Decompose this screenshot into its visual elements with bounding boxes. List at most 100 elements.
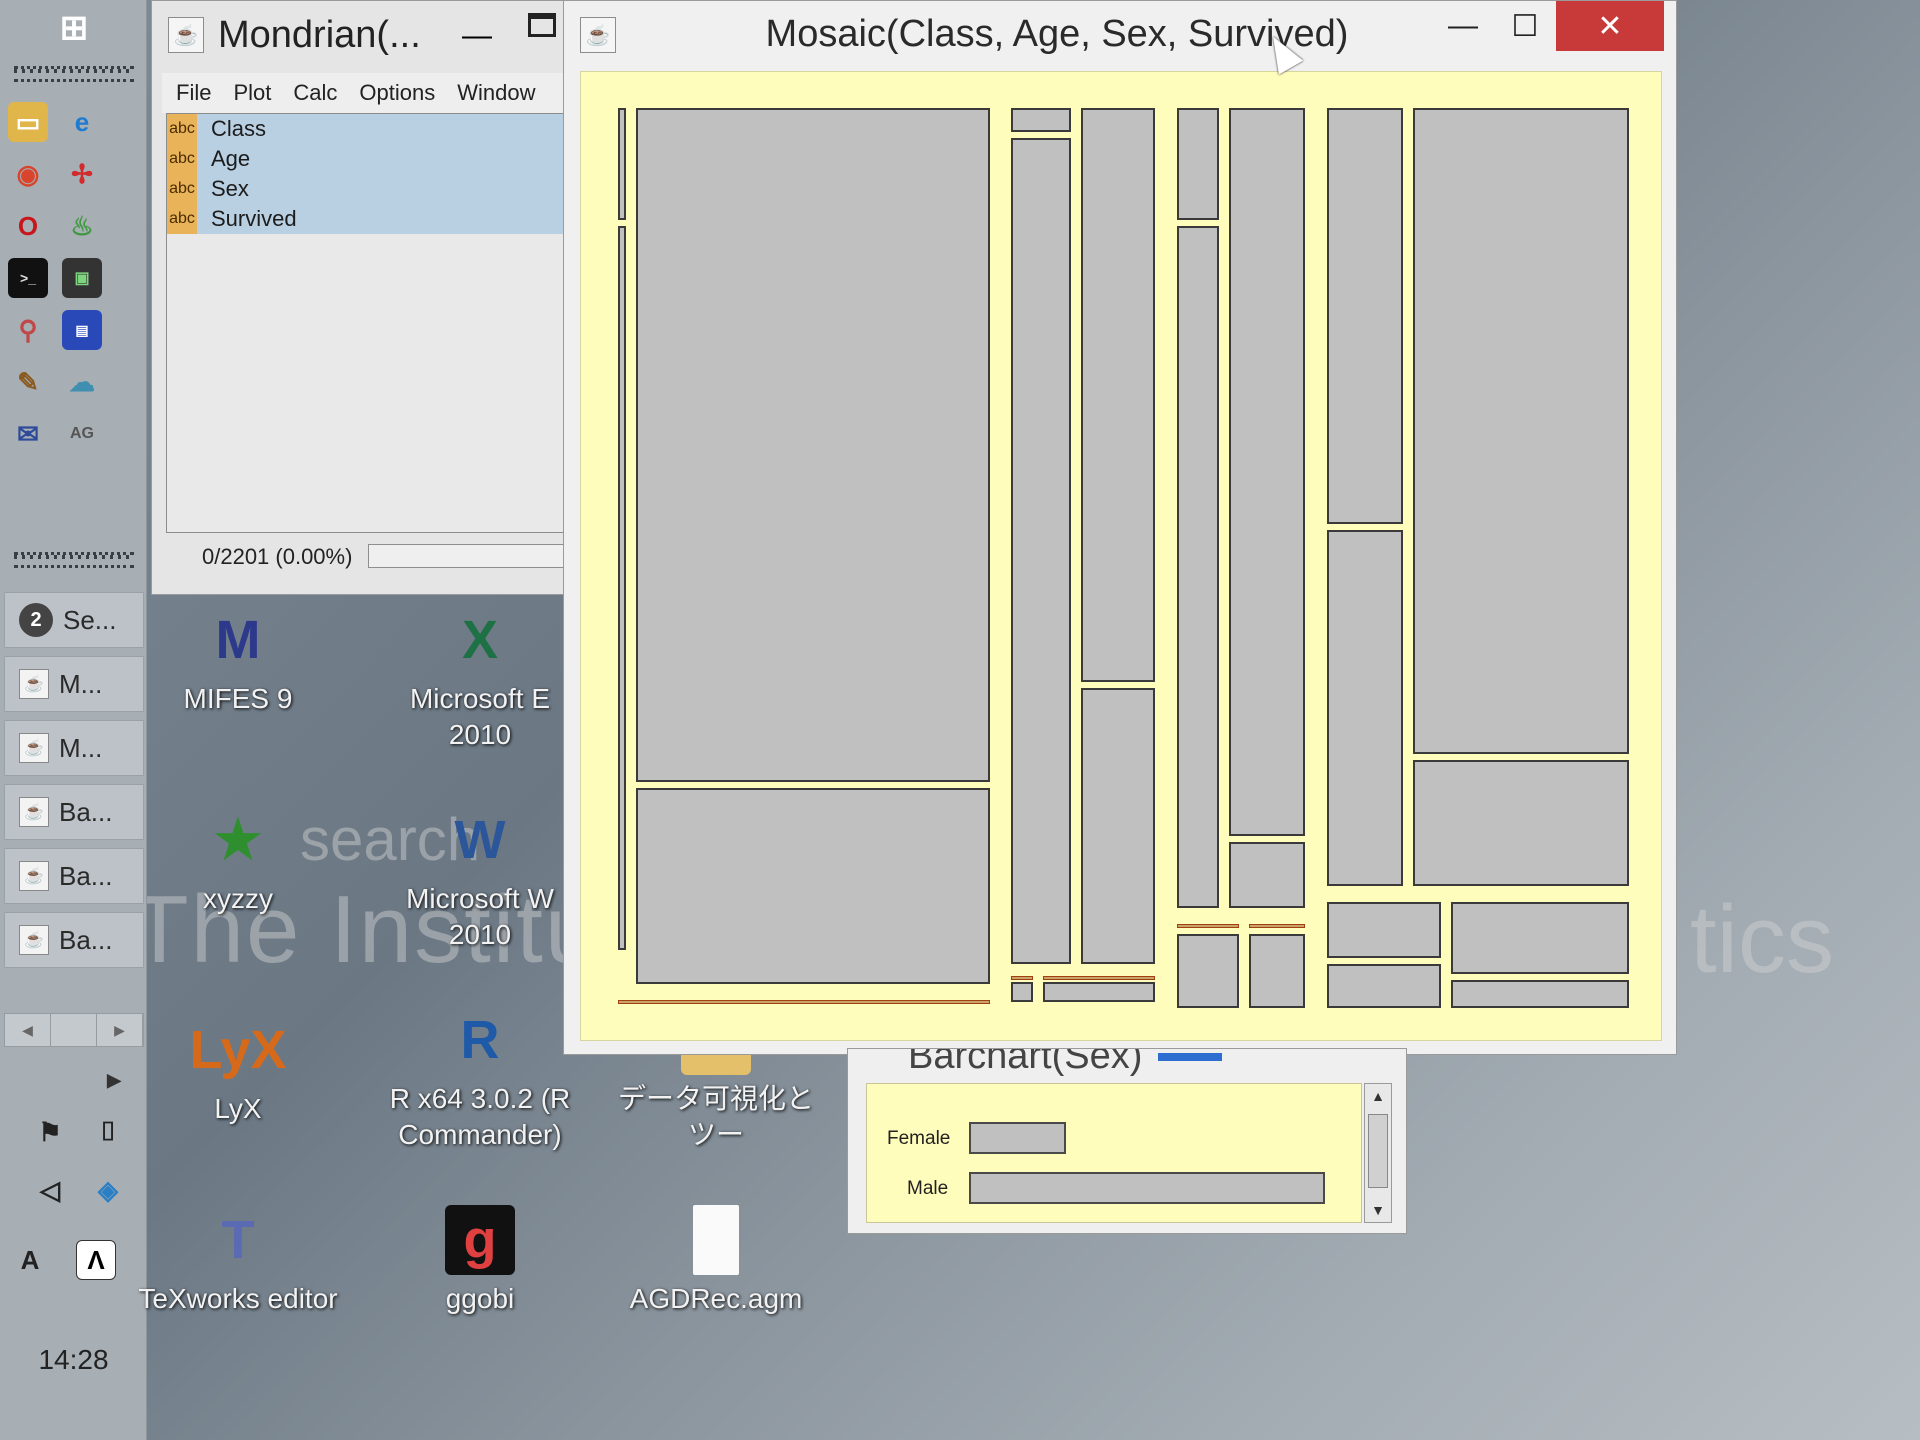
thunderbird-icon[interactable]: ✉ <box>8 414 48 454</box>
mosaic-tile[interactable] <box>1081 688 1155 964</box>
flame-icon[interactable]: ♨ <box>62 206 102 246</box>
taskbar-item-barchart-3[interactable]: ☕ Ba... <box>4 912 144 968</box>
minimize-icon[interactable]: — <box>462 19 492 53</box>
network-status-icon[interactable]: ◈ <box>88 1170 128 1210</box>
menu-window[interactable]: Window <box>457 80 535 106</box>
variable-row-survived[interactable]: abc Survived <box>167 204 575 234</box>
mosaic-tile[interactable] <box>1229 108 1305 836</box>
mondrian-titlebar[interactable]: ☕ Mondrian(... <box>152 1 570 69</box>
menu-calc[interactable]: Calc <box>293 80 337 106</box>
chrome-icon[interactable]: ◉ <box>8 154 48 194</box>
window-app-icon[interactable]: ▤ <box>62 310 102 350</box>
launcher-grip-top[interactable] <box>14 66 134 82</box>
scroll-left-icon[interactable]: ◀ <box>5 1014 51 1046</box>
minimize-icon[interactable]: — <box>1432 1 1494 51</box>
ime-icon[interactable]: A <box>10 1240 50 1280</box>
taskbar-scroller[interactable]: ◀ ▶ <box>4 1013 144 1047</box>
usb-icon[interactable]: ⌷ <box>88 1112 128 1152</box>
mosaic-sliver[interactable] <box>1177 924 1239 928</box>
mosaic-tile[interactable] <box>1451 980 1629 1008</box>
mosaic-tile[interactable] <box>618 226 626 950</box>
close-icon[interactable]: ✕ <box>1556 1 1664 51</box>
barchart-titlebar[interactable]: Barchart(Sex) <box>848 1049 1406 1079</box>
excel-icon: X <box>461 610 499 670</box>
mosaic-tile[interactable] <box>1413 108 1629 754</box>
mosaic-plot-area[interactable] <box>580 71 1662 1041</box>
mosaic-tile[interactable] <box>1249 934 1305 1008</box>
explorer-icon[interactable]: ▭ <box>8 102 48 142</box>
maximize-icon[interactable]: ☐ <box>1494 1 1556 51</box>
taskbar-item-barchart-2[interactable]: ☕ Ba... <box>4 848 144 904</box>
barchart-plot-area[interactable]: Female Male <box>866 1083 1362 1223</box>
opera-icon[interactable]: O <box>8 206 48 246</box>
input-method-icon[interactable]: Λ <box>76 1240 116 1280</box>
console-icon[interactable]: ▣ <box>62 258 102 298</box>
ie-icon[interactable]: e <box>62 102 102 142</box>
mosaic-tile[interactable] <box>1229 842 1305 908</box>
ggobi-shortcut[interactable]: g ggobi <box>380 1205 580 1317</box>
mosaic-sliver[interactable] <box>618 1000 990 1004</box>
scroll-right-icon[interactable]: ▶ <box>97 1014 143 1046</box>
mosaic-tile[interactable] <box>1327 530 1403 886</box>
windows-start-icon[interactable]: ⊞ <box>54 8 94 48</box>
expand-arrow-icon[interactable]: ▶ <box>94 1060 134 1100</box>
dragonfly-icon[interactable]: ✢ <box>62 154 102 194</box>
mosaic-tile[interactable] <box>636 108 990 782</box>
variable-row-age[interactable]: abc Age <box>167 144 575 174</box>
mosaic-sliver[interactable] <box>1011 976 1033 980</box>
mosaic-tile[interactable] <box>1043 982 1155 1002</box>
barchart-scrollbar[interactable]: ▲ ▼ <box>1364 1083 1392 1223</box>
scroll-up-icon[interactable]: ▲ <box>1365 1088 1391 1104</box>
mosaic-tile[interactable] <box>618 108 626 220</box>
mosaic-tile[interactable] <box>1081 108 1155 682</box>
speaker-icon[interactable]: ◁ <box>30 1170 70 1210</box>
launcher-grip-bottom[interactable] <box>14 552 134 568</box>
menu-options[interactable]: Options <box>359 80 435 106</box>
texworks-shortcut[interactable]: T TeXworks editor <box>138 1205 338 1317</box>
menu-file[interactable]: File <box>176 80 211 106</box>
mosaic-tile[interactable] <box>1413 760 1629 886</box>
bar-female[interactable] <box>969 1122 1066 1154</box>
mosaic-tile[interactable] <box>1177 226 1219 908</box>
flag-icon[interactable]: ⚑ <box>30 1112 70 1152</box>
mosaic-tile[interactable] <box>1327 964 1441 1008</box>
variable-row-sex[interactable]: abc Sex <box>167 174 575 204</box>
scroll-thumb[interactable] <box>1368 1114 1388 1188</box>
scroll-middle[interactable] <box>51 1014 97 1046</box>
taskbar-item-search[interactable]: 2 Se... <box>4 592 144 648</box>
tool-icon[interactable]: ⚲ <box>8 310 48 350</box>
taskbar-item-mondrian[interactable]: ☕ M... <box>4 656 144 712</box>
mosaic-sliver[interactable] <box>1249 924 1305 928</box>
mosaic-tile[interactable] <box>1011 982 1033 1002</box>
agdrec-file-shortcut[interactable]: AGDRec.agm <box>616 1205 816 1317</box>
xyzzy-shortcut[interactable]: ★ xyzzy <box>138 805 338 917</box>
mosaic-tile[interactable] <box>1327 902 1441 958</box>
shortcut-label: xyzzy <box>203 883 273 914</box>
mosaic-tile[interactable] <box>1177 934 1239 1008</box>
taskbar-item-mosaic[interactable]: ☕ M... <box>4 720 144 776</box>
bar-male[interactable] <box>969 1172 1325 1204</box>
maximize-icon[interactable] <box>528 13 556 37</box>
variable-row-class[interactable]: abc Class <box>167 114 575 144</box>
lyx-shortcut[interactable]: LyX LyX <box>138 1015 338 1127</box>
mifes-shortcut[interactable]: M MIFES 9 <box>138 605 338 717</box>
mosaic-sliver[interactable] <box>1043 976 1155 980</box>
menu-plot[interactable]: Plot <box>233 80 271 106</box>
scroll-down-icon[interactable]: ▼ <box>1365 1202 1391 1218</box>
mosaic-tile[interactable] <box>1177 108 1219 220</box>
mosaic-tile[interactable] <box>1327 108 1403 524</box>
excel-shortcut[interactable]: X Microsoft E 2010 <box>380 605 580 753</box>
pencil-icon[interactable]: ✎ <box>8 362 48 402</box>
variable-list[interactable]: abc Class abc Age abc Sex abc Survived <box>166 113 576 533</box>
taskbar-item-barchart-1[interactable]: ☕ Ba... <box>4 784 144 840</box>
mosaic-tile[interactable] <box>636 788 990 984</box>
mosaic-tile[interactable] <box>1451 902 1629 974</box>
network-icon[interactable]: ☁ <box>62 362 102 402</box>
mosaic-tile[interactable] <box>1011 108 1071 132</box>
word-shortcut[interactable]: W Microsoft W 2010 <box>380 805 580 953</box>
ag-icon[interactable]: AG <box>62 414 102 454</box>
r-shortcut[interactable]: R R x64 3.0.2 (R Commander) <box>380 1005 580 1153</box>
selection-status: 0/2201 (0.00%) <box>202 544 353 569</box>
mosaic-tile[interactable] <box>1011 138 1071 964</box>
terminal-icon[interactable]: >_ <box>8 258 48 298</box>
